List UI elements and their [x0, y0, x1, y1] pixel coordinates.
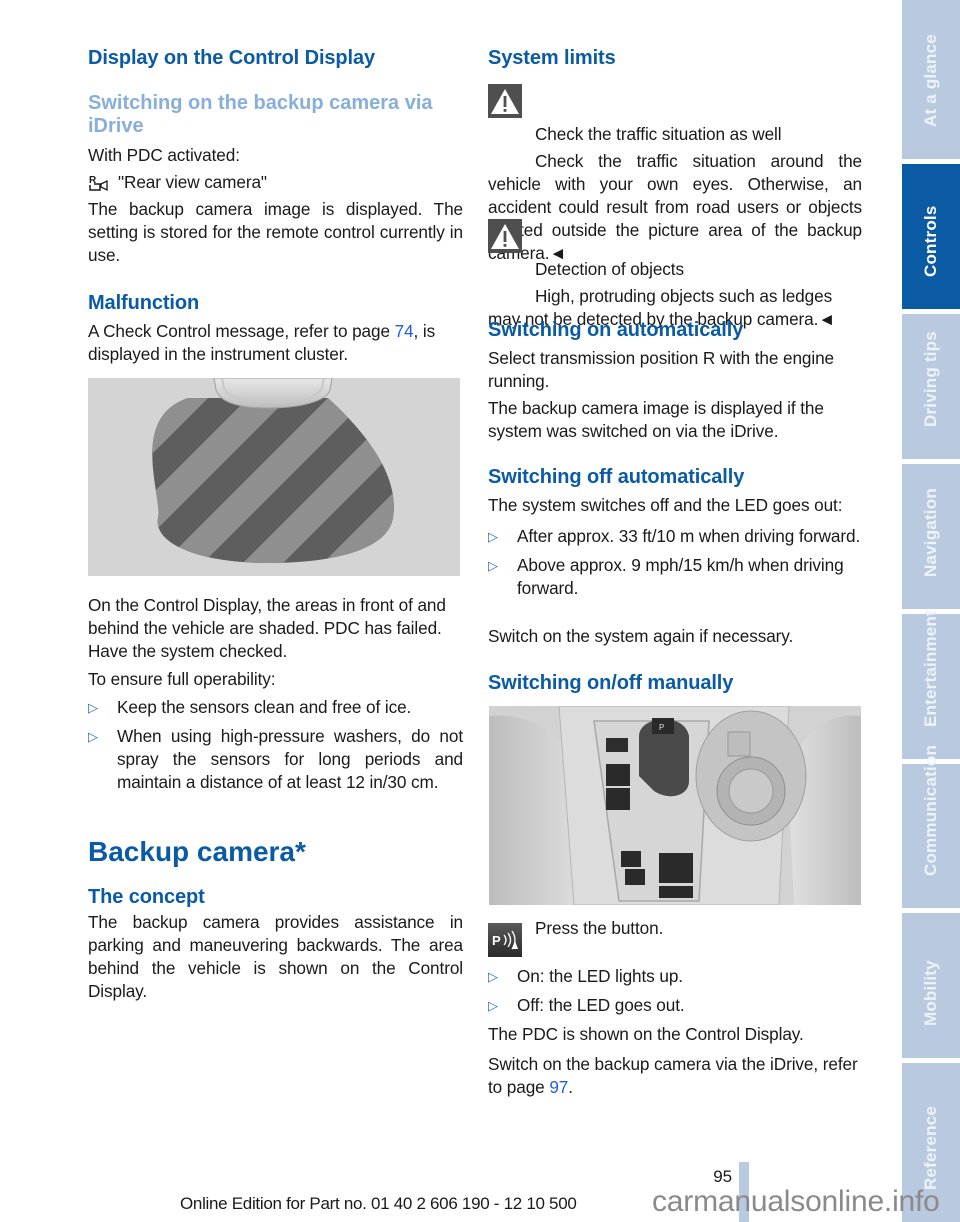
figure-caption: On the Control Display, the areas in fro…: [88, 595, 446, 661]
watermark: carmanualsonline.info: [652, 1185, 940, 1218]
malfunction-text-pre: A Check Control message, refer to page: [88, 321, 395, 341]
rear-view-camera-menu-item: R "Rear view camera": [88, 171, 463, 195]
tab-label: Reference: [921, 1105, 940, 1190]
off-auto-intro: The system switches off and the LED goes…: [488, 495, 843, 515]
warning-title: Check the traffic situation as well: [535, 124, 782, 144]
tab-label: At a glance: [921, 34, 940, 127]
list-item: ▷ When using high-pressure washers, do n…: [88, 725, 463, 794]
switch-text-post: .: [568, 1077, 573, 1097]
tab-label: Driving tips: [921, 331, 940, 427]
pdc-failed-figure: [88, 378, 460, 576]
bullet-triangle-icon: ▷: [488, 998, 498, 1013]
list-item-text: When using high-pressure washers, do not…: [117, 726, 463, 792]
malfunction-text: A Check Control message, refer to page 7…: [88, 320, 463, 366]
with-pdc-text: With PDC activated:: [88, 145, 240, 165]
on-auto-text-2: The backup camera image is displayed if …: [488, 398, 824, 441]
tab-driving-tips[interactable]: Driving tips: [902, 314, 960, 459]
bullet-triangle-icon: ▷: [488, 529, 498, 544]
pdc-button: [625, 869, 645, 885]
list-item-text: Off: the LED goes out.: [517, 995, 685, 1015]
bullet-triangle-icon: ▷: [488, 558, 498, 573]
image-displayed-text: The backup camera image is displayed. Th…: [88, 199, 463, 265]
warning-title: Detection of objects: [535, 259, 684, 279]
operability-list: ▷ Keep the sensors clean and free of ice…: [88, 696, 463, 794]
tab-label: Controls: [921, 205, 940, 277]
page-link-74[interactable]: 74: [395, 321, 414, 341]
press-button-text: Press the button.: [535, 918, 664, 938]
tab-entertainment[interactable]: Entertainment: [902, 610, 960, 759]
heading-switching-on-automatically: Switching on automatically: [488, 319, 744, 341]
heading-system-limits: System limits: [488, 47, 616, 69]
press-button-row: P Press the button.: [488, 917, 862, 957]
svg-text:P: P: [492, 933, 501, 948]
page-link-97[interactable]: 97: [549, 1077, 568, 1097]
tab-label: Navigation: [921, 488, 940, 577]
heading-switching-on-off-manually: Switching on/off manually: [488, 672, 734, 694]
list-item: ▷ On: the LED lights up.: [488, 965, 862, 988]
heading-switching-off-automatically: Switching off automatically: [488, 466, 745, 488]
list-item-text: On: the LED lights up.: [517, 966, 683, 986]
list-item-text: After approx. 33 ft/10 m when driving fo…: [517, 526, 861, 546]
tab-label: Mobility: [921, 960, 940, 1026]
off-auto-list: ▷ After approx. 33 ft/10 m when driving …: [488, 525, 862, 600]
warning-detection: Detection of objects High, protruding ob…: [488, 219, 862, 331]
list-item: ▷ Above approx. 9 mph/15 km/h when drivi…: [488, 554, 862, 600]
tab-label: Communication: [921, 744, 940, 876]
rear-view-camera-icon: R: [88, 173, 114, 198]
manual-list: ▷ On: the LED lights up. ▷ Off: the LED …: [488, 965, 862, 1017]
concept-text: The backup camera provides assistance in…: [88, 912, 463, 1001]
list-item: ▷ After approx. 33 ft/10 m when driving …: [488, 525, 862, 548]
switch-text-pre: Switch on the backup camera via the iDri…: [488, 1054, 858, 1097]
list-item: ▷ Off: the LED goes out.: [488, 994, 862, 1017]
chapter-tabs: At a glance Controls Driving tips Naviga…: [902, 0, 960, 1222]
bullet-triangle-icon: ▷: [488, 969, 498, 984]
heading-switching-block: Switching on the backup camera via iDriv…: [88, 92, 463, 138]
warning-icon: [488, 84, 522, 118]
tab-at-a-glance[interactable]: At a glance: [902, 0, 960, 159]
heading-backup-camera: Backup camera*: [88, 836, 306, 867]
heading-switching-on-via-idrive: Switching on the backup camera via iDriv…: [88, 92, 433, 137]
list-item: ▷ Keep the sensors clean and free of ice…: [88, 696, 463, 719]
pdc-button-icon: P: [488, 923, 522, 957]
rear-view-camera-label: "Rear view camera": [118, 172, 267, 192]
on-auto-text-1: Select transmission position R with the …: [488, 348, 835, 391]
center-console-figure: P: [489, 706, 861, 905]
tab-communication[interactable]: Communication: [902, 745, 960, 908]
tab-controls[interactable]: Controls: [902, 164, 960, 309]
bullet-triangle-icon: ▷: [88, 700, 98, 715]
heading-malfunction: Malfunction: [88, 292, 200, 314]
list-item-text: Above approx. 9 mph/15 km/h when driving…: [517, 555, 844, 598]
tab-navigation[interactable]: Navigation: [902, 464, 960, 609]
switch-via-idrive-text: Switch on the backup camera via the iDri…: [488, 1053, 862, 1099]
tab-mobility[interactable]: Mobility: [902, 913, 960, 1058]
operability-intro: To ensure full operability:: [88, 669, 276, 689]
bullet-triangle-icon: ▷: [88, 729, 98, 744]
off-auto-after: Switch on the system again if necessary.: [488, 626, 794, 646]
shaded-vehicle-illustration: [152, 378, 394, 563]
heading-the-concept: The concept: [88, 886, 205, 908]
heading-display-on-control-display: Display on the Control Display: [88, 47, 376, 69]
console-p-label: P: [659, 723, 664, 732]
center-console-illustration: P: [489, 706, 861, 905]
list-item-text: Keep the sensors clean and free of ice.: [117, 697, 412, 717]
pdc-shown-text: The PDC is shown on the Control Display.: [488, 1024, 804, 1044]
warning-icon: [488, 219, 522, 253]
tab-label: Entertainment: [921, 610, 940, 727]
left-column: Display on the Control Display: [88, 46, 463, 70]
